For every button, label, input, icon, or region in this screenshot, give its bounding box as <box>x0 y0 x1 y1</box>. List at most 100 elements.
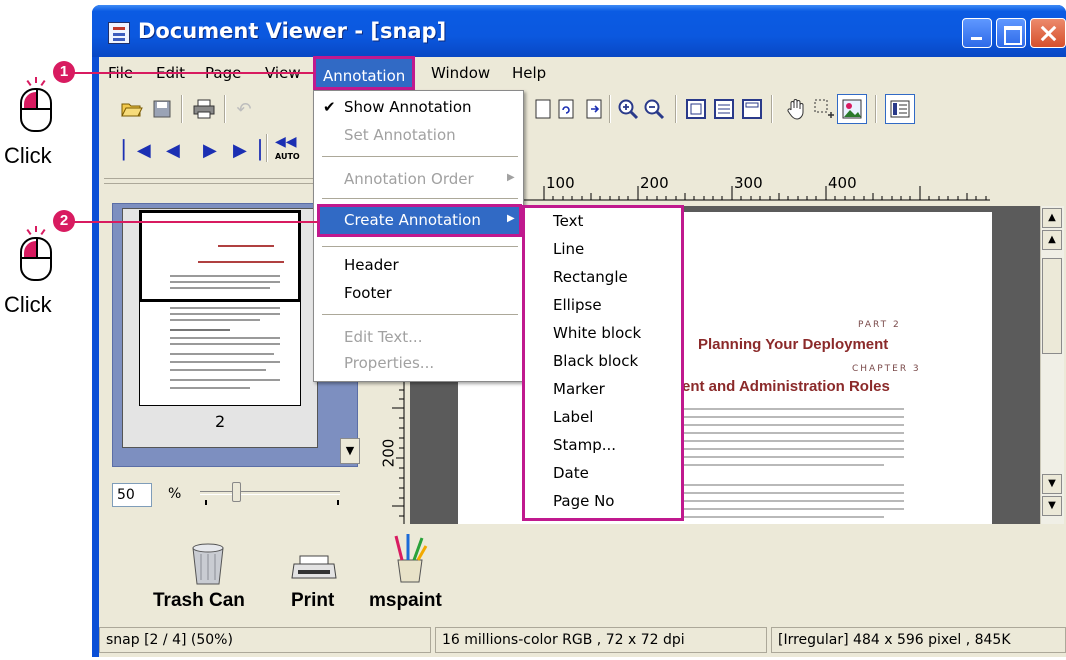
menu-item-create-annotation-label: Create Annotation <box>344 211 481 229</box>
status-size-info: [Irregular] 484 x 596 pixel , 845K <box>771 627 1066 653</box>
menu-separator <box>322 198 518 199</box>
submenu-item-label[interactable]: Label <box>553 408 593 426</box>
thumbnail-view-rectangle[interactable] <box>139 210 301 302</box>
image-icon[interactable] <box>837 94 867 124</box>
thumbnail-scroll-down-icon[interactable]: ▼ <box>340 438 360 464</box>
submenu-item-text[interactable]: Text <box>553 212 583 230</box>
mouse-click-icon <box>20 88 52 132</box>
slider-tick <box>205 500 207 505</box>
ruler-tick-label: 400 <box>828 174 857 192</box>
maximize-button[interactable] <box>996 18 1026 48</box>
document-subheading: ent and Administration Roles <box>682 378 890 395</box>
submenu-item-marker[interactable]: Marker <box>553 380 605 398</box>
menu-item-edit-text[interactable]: Edit Text... <box>344 328 422 346</box>
menu-window[interactable]: Window <box>426 60 495 86</box>
submenu-item-rectangle[interactable]: Rectangle <box>553 268 628 286</box>
menu-item-properties[interactable]: Properties... <box>344 354 434 372</box>
toolbar-separator <box>675 95 677 123</box>
submenu-item-line[interactable]: Line <box>553 240 584 258</box>
submenu-item-date[interactable]: Date <box>553 464 589 482</box>
submenu-item-black-block[interactable]: Black block <box>553 352 638 370</box>
menu-item-show-annotation[interactable]: Show Annotation <box>344 98 472 116</box>
previous-page-icon[interactable]: ◀ <box>166 140 180 161</box>
zoom-slider-track[interactable] <box>200 491 340 495</box>
next-page-icon[interactable]: ▶ <box>203 140 217 161</box>
zoom-percent-unit: % <box>168 486 182 502</box>
document-viewer-app-icon[interactable] <box>108 22 130 44</box>
main-toolbar: ↶ <box>103 90 1063 128</box>
first-page-icon[interactable]: ▏◀ <box>123 140 151 161</box>
document-heading: Planning Your Deployment <box>698 336 889 353</box>
click-instruction-label: Click <box>4 292 52 317</box>
menu-item-header[interactable]: Header <box>344 256 399 274</box>
rotate-page-left-icon[interactable] <box>553 96 579 122</box>
mspaint-label[interactable]: mspaint <box>369 590 442 612</box>
click-ray <box>26 79 32 87</box>
scroll-page-up-icon[interactable]: ▲ <box>1042 208 1062 228</box>
toolbar-separator <box>181 95 183 123</box>
menu-item-annotation-order[interactable]: Annotation Order <box>344 170 474 188</box>
zoom-out-icon[interactable] <box>641 96 667 122</box>
open-folder-icon[interactable] <box>119 96 145 122</box>
fit-page-icon[interactable] <box>683 96 709 122</box>
print-label[interactable]: Print <box>291 590 334 612</box>
checkmark-icon: ✔ <box>323 98 336 116</box>
menu-separator <box>322 246 518 247</box>
menu-separator <box>322 314 518 315</box>
thumbnail-page-number: 2 <box>215 412 226 431</box>
menu-item-set-annotation[interactable]: Set Annotation <box>344 126 456 144</box>
click-ray <box>40 228 46 236</box>
click-ray <box>35 77 37 83</box>
submenu-item-stamp[interactable]: Stamp... <box>553 436 616 454</box>
scroll-down-icon[interactable]: ▼ <box>1042 474 1062 494</box>
ruler-tick-label: 200 <box>640 174 669 192</box>
scroll-page-down-icon[interactable]: ▼ <box>1042 496 1062 516</box>
toolbar-separator <box>266 134 268 162</box>
fit-width-icon[interactable] <box>711 96 737 122</box>
zoom-percent-input[interactable]: 50 <box>112 483 152 507</box>
status-page-info: snap [2 / 4] (50%) <box>99 627 431 653</box>
undo-icon[interactable]: ↶ <box>231 96 257 122</box>
submenu-arrow-icon: ▶ <box>507 172 515 183</box>
scrollbar-thumb[interactable] <box>1042 258 1062 354</box>
trash-can-icon[interactable] <box>187 542 229 590</box>
auto-label: AUTO <box>275 152 300 161</box>
select-region-icon[interactable] <box>811 96 837 122</box>
rotate-page-right-icon[interactable] <box>581 96 607 122</box>
save-disk-icon[interactable] <box>149 96 175 122</box>
menu-help[interactable]: Help <box>507 60 551 86</box>
slider-tick <box>337 500 339 505</box>
step-2-badge: 2 <box>53 210 75 232</box>
submenu-item-white-block[interactable]: White block <box>553 324 641 342</box>
callout-leader-line <box>72 221 318 223</box>
callout-leader-line <box>72 72 314 74</box>
ruler-tick-label: 200 <box>379 438 398 468</box>
menu-separator <box>322 156 518 157</box>
step-1-badge: 1 <box>53 61 75 83</box>
last-page-icon[interactable]: ▶▕ <box>233 140 261 161</box>
paint-brushes-icon[interactable] <box>390 532 430 588</box>
printer-icon[interactable] <box>191 96 217 122</box>
trash-can-label[interactable]: Trash Can <box>153 590 245 612</box>
zoom-slider-thumb[interactable] <box>232 482 241 502</box>
actual-size-icon[interactable] <box>739 96 765 122</box>
toolbar-separator <box>771 95 773 123</box>
submenu-item-ellipse[interactable]: Ellipse <box>553 296 602 314</box>
document-part-label: PART 2 <box>858 320 901 330</box>
zoom-in-icon[interactable] <box>615 96 641 122</box>
minimize-button[interactable] <box>962 18 992 48</box>
click-ray <box>35 226 37 232</box>
submenu-item-page-no[interactable]: Page No <box>553 492 614 510</box>
click-instruction-label: Click <box>4 143 52 168</box>
horizontal-ruler: 100 200 300 400 <box>520 170 990 206</box>
scroll-up-icon[interactable]: ▲ <box>1042 230 1062 250</box>
toolbar-separator <box>875 95 877 123</box>
auto-play-icon[interactable]: ◀◀ <box>275 134 297 150</box>
hand-tool-icon[interactable] <box>783 96 809 122</box>
panel-toggle-icon[interactable] <box>885 94 915 124</box>
menu-item-footer[interactable]: Footer <box>344 284 392 302</box>
status-color-info: 16 millions-color RGB , 72 x 72 dpi <box>435 627 767 653</box>
close-button[interactable] <box>1030 18 1066 48</box>
printer-desktop-icon[interactable] <box>290 552 338 588</box>
menu-annotation[interactable]: Annotation <box>313 56 416 90</box>
